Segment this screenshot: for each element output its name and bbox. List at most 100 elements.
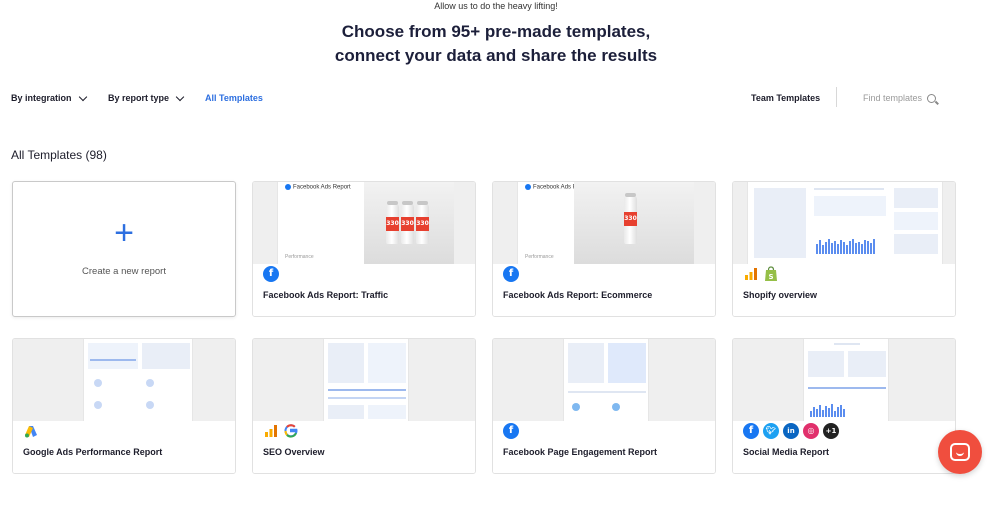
by-integration-label: By integration — [11, 93, 72, 103]
preview-line-chart — [814, 196, 886, 216]
preview-kpi-column — [808, 351, 844, 377]
template-thumbnail: Facebook Ads Report 330 330 330 Performa… — [253, 182, 475, 264]
chevron-down-icon — [78, 92, 87, 101]
product-photo: 330 — [574, 182, 694, 264]
preview-kpi-column — [368, 343, 406, 383]
template-card-facebook-ads-ecommerce[interactable]: Facebook Ads Report 330 Performance f Fa… — [492, 181, 716, 317]
preview-icon — [146, 379, 154, 387]
can-label: 330 — [401, 217, 414, 231]
create-new-report-label: Create a new report — [82, 266, 166, 277]
card-footer: f Facebook Page Engagement Report — [493, 421, 715, 473]
integration-icons: f 🐦︎ in ◎ +1 — [743, 423, 839, 439]
preview-line — [90, 359, 136, 361]
facebook-icon: f — [503, 423, 519, 439]
facebook-icon: f — [503, 266, 519, 282]
create-new-report-card[interactable]: + Create a new report — [12, 181, 236, 317]
facebook-icon — [525, 184, 531, 190]
hero-title-line-2: connect your data and share the results — [334, 46, 658, 65]
can-image: 330 — [416, 201, 429, 244]
template-thumbnail — [493, 339, 715, 421]
preview-icon — [94, 401, 102, 409]
template-title: Facebook Ads Report: Ecommerce — [503, 290, 653, 300]
template-thumbnail — [13, 339, 235, 421]
bar-chart-icon — [743, 266, 759, 282]
hero: Allow us to do the heavy lifting! Choose… — [0, 0, 992, 68]
find-templates-search[interactable]: Find templates — [863, 93, 937, 103]
svg-text:S: S — [768, 273, 773, 281]
preview-line — [568, 391, 646, 393]
template-title: Shopify overview — [743, 290, 818, 300]
can-label: 330 — [624, 212, 637, 226]
template-card-facebook-ads-traffic[interactable]: Facebook Ads Report 330 330 330 Performa… — [252, 181, 476, 317]
chat-icon — [950, 443, 970, 461]
template-card-facebook-page-engagement[interactable]: f Facebook Page Engagement Report — [492, 338, 716, 474]
integration-icons — [263, 423, 299, 439]
facebook-icon — [285, 184, 291, 190]
preview-kpi-column — [754, 188, 806, 258]
preview-icon — [612, 403, 620, 411]
hero-subtitle: Allow us to do the heavy lifting! — [434, 1, 558, 11]
integration-icons: S — [743, 266, 779, 282]
integration-icons: f — [503, 266, 519, 282]
can-label: 330 — [386, 217, 399, 231]
preview-chart — [328, 405, 364, 419]
preview-icon — [146, 401, 154, 409]
filter-bar: By integration By report type All Templa… — [11, 87, 951, 109]
preview-kpi-column — [328, 343, 364, 383]
preview-header-text: Facebook Ads Report — [293, 184, 351, 191]
report-preview: Facebook Ads Report 330 330 330 Performa… — [277, 182, 454, 264]
card-footer: f Facebook Ads Report: Traffic — [253, 264, 475, 316]
product-photo: 330 330 330 — [364, 182, 454, 264]
instagram-icon: ◎ — [803, 423, 819, 439]
template-thumbnail — [253, 339, 475, 421]
preview-chart — [894, 212, 938, 230]
team-templates-link[interactable]: Team Templates — [751, 93, 820, 103]
plus-icon: + — [114, 214, 134, 252]
template-thumbnail — [733, 339, 955, 421]
preview-footer: Performance — [525, 254, 554, 260]
more-integrations-badge: +1 — [823, 423, 839, 439]
all-templates-tab[interactable]: All Templates — [205, 93, 263, 103]
integration-icons: f — [263, 266, 279, 282]
twitter-icon: 🐦︎ — [763, 423, 779, 439]
google-ads-icon — [23, 423, 39, 439]
shopify-icon: S — [763, 266, 779, 282]
preview-icon — [94, 379, 102, 387]
preview-chart — [368, 405, 406, 419]
can-image: 330 — [386, 201, 399, 244]
template-card-seo-overview[interactable]: SEO Overview — [252, 338, 476, 474]
report-preview — [803, 339, 889, 421]
template-title: Google Ads Performance Report — [23, 447, 163, 457]
template-card-google-ads-performance[interactable]: Google Ads Performance Report — [12, 338, 236, 474]
template-title: Facebook Page Engagement Report — [503, 447, 658, 457]
preview-bar-chart — [810, 403, 845, 417]
template-title: Social Media Report — [743, 447, 830, 457]
linkedin-icon: in — [783, 423, 799, 439]
card-footer: f Facebook Ads Report: Ecommerce — [493, 264, 715, 316]
can-image: 330 — [624, 193, 637, 244]
search-icon[interactable] — [927, 93, 937, 103]
report-preview — [323, 339, 409, 421]
chat-launcher-button[interactable] — [938, 430, 982, 474]
can-image: 330 — [401, 201, 414, 244]
preview-line — [328, 397, 406, 399]
preview-line — [814, 188, 884, 190]
preview-line — [834, 343, 860, 345]
section-title: All Templates (98) — [11, 148, 107, 162]
bar-chart-icon — [263, 423, 279, 439]
integration-icons: f — [503, 423, 519, 439]
preview-chart — [894, 188, 938, 208]
preview-bar-chart — [816, 238, 875, 254]
template-card-shopify-overview[interactable]: S Shopify overview — [732, 181, 956, 317]
find-templates-placeholder: Find templates — [863, 93, 923, 103]
preview-chart — [894, 234, 938, 254]
template-thumbnail: Facebook Ads Report 330 Performance — [493, 182, 715, 264]
preview-line-chart — [88, 343, 138, 369]
facebook-icon: f — [743, 423, 759, 439]
preview-kpi-column — [568, 343, 604, 383]
template-card-social-media-report[interactable]: f 🐦︎ in ◎ +1 Social Media Report — [732, 338, 956, 474]
by-integration-dropdown[interactable]: By integration — [11, 92, 87, 103]
card-footer: S Shopify overview — [733, 264, 955, 316]
card-footer: SEO Overview — [253, 421, 475, 473]
by-report-type-dropdown[interactable]: By report type — [108, 92, 185, 103]
